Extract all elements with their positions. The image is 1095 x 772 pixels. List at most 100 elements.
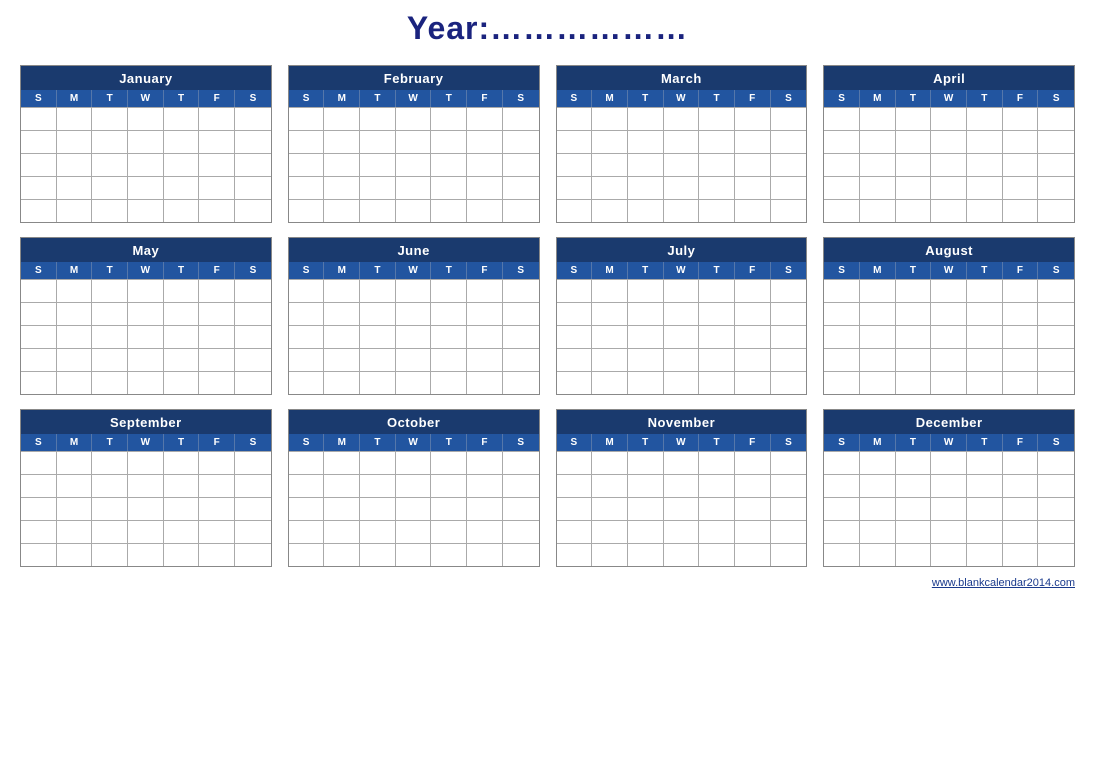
day-cell — [664, 200, 700, 222]
day-cell — [628, 131, 664, 153]
day-row — [824, 497, 1074, 520]
day-cell — [324, 372, 360, 394]
day-cell — [896, 177, 932, 199]
day-row — [21, 325, 271, 348]
month-header-december: December — [824, 410, 1074, 434]
day-cell — [57, 154, 93, 176]
day-cell — [164, 521, 200, 543]
day-row — [557, 153, 807, 176]
day-cell — [289, 349, 325, 371]
day-cell — [699, 544, 735, 566]
day-row — [21, 130, 271, 153]
day-cell — [664, 498, 700, 520]
day-cell — [164, 303, 200, 325]
day-cell — [967, 372, 1003, 394]
day-header: S — [824, 434, 860, 451]
day-cell — [771, 200, 807, 222]
day-header: T — [92, 262, 128, 279]
day-header: S — [21, 434, 57, 451]
day-cell — [1038, 154, 1074, 176]
day-header: S — [824, 262, 860, 279]
day-header: T — [699, 434, 735, 451]
day-cell — [57, 177, 93, 199]
day-header: M — [860, 434, 896, 451]
day-header: M — [57, 90, 93, 107]
day-cell — [199, 452, 235, 474]
day-cell — [931, 303, 967, 325]
day-cell — [592, 544, 628, 566]
day-cell — [324, 131, 360, 153]
day-cell — [360, 521, 396, 543]
day-header: T — [699, 90, 735, 107]
day-cell — [1038, 372, 1074, 394]
day-cell — [21, 326, 57, 348]
day-cell — [931, 200, 967, 222]
day-cell — [360, 303, 396, 325]
day-cell — [431, 200, 467, 222]
day-cell — [199, 475, 235, 497]
day-cell — [896, 452, 932, 474]
day-row — [289, 302, 539, 325]
day-cell — [199, 498, 235, 520]
day-header: T — [360, 434, 396, 451]
footer-link[interactable]: www.blankcalendar2014.com — [20, 577, 1075, 589]
day-cell — [57, 544, 93, 566]
day-cell — [503, 108, 539, 130]
day-cell — [199, 280, 235, 302]
day-cell — [860, 452, 896, 474]
day-cell — [1003, 177, 1039, 199]
day-row — [824, 543, 1074, 566]
day-cell — [628, 200, 664, 222]
day-cell — [92, 475, 128, 497]
day-cell — [664, 280, 700, 302]
day-cell — [592, 349, 628, 371]
day-cell — [396, 475, 432, 497]
day-cell — [324, 452, 360, 474]
day-cell — [967, 544, 1003, 566]
day-header: W — [396, 262, 432, 279]
day-cell — [467, 475, 503, 497]
day-cell — [1038, 200, 1074, 222]
day-cell — [235, 108, 271, 130]
day-cell — [235, 521, 271, 543]
day-cell — [664, 452, 700, 474]
day-cell — [628, 521, 664, 543]
day-cell — [324, 177, 360, 199]
day-header: S — [771, 434, 807, 451]
day-cell — [431, 521, 467, 543]
day-row — [824, 371, 1074, 394]
day-cell — [860, 303, 896, 325]
day-cell — [557, 177, 593, 199]
day-header: S — [1038, 434, 1074, 451]
day-cell — [664, 154, 700, 176]
day-cell — [931, 349, 967, 371]
day-cell — [128, 131, 164, 153]
day-cell — [164, 131, 200, 153]
day-cell — [1038, 177, 1074, 199]
day-row — [289, 520, 539, 543]
day-header: F — [467, 262, 503, 279]
day-cell — [735, 131, 771, 153]
day-cell — [360, 452, 396, 474]
footer-anchor[interactable]: www.blankcalendar2014.com — [932, 577, 1075, 589]
day-cell — [92, 131, 128, 153]
day-header: T — [699, 262, 735, 279]
day-cell — [21, 154, 57, 176]
day-cell — [896, 349, 932, 371]
day-cell — [396, 177, 432, 199]
day-cell — [967, 200, 1003, 222]
day-row — [289, 199, 539, 222]
day-cell — [503, 349, 539, 371]
day-cell — [592, 452, 628, 474]
day-cell — [699, 303, 735, 325]
day-cell — [592, 131, 628, 153]
day-cell — [431, 349, 467, 371]
day-cell — [824, 108, 860, 130]
day-header: W — [128, 434, 164, 451]
day-cell — [467, 200, 503, 222]
day-cell — [324, 326, 360, 348]
day-cell — [92, 200, 128, 222]
day-cell — [235, 200, 271, 222]
day-cell — [1003, 108, 1039, 130]
day-cell — [896, 326, 932, 348]
